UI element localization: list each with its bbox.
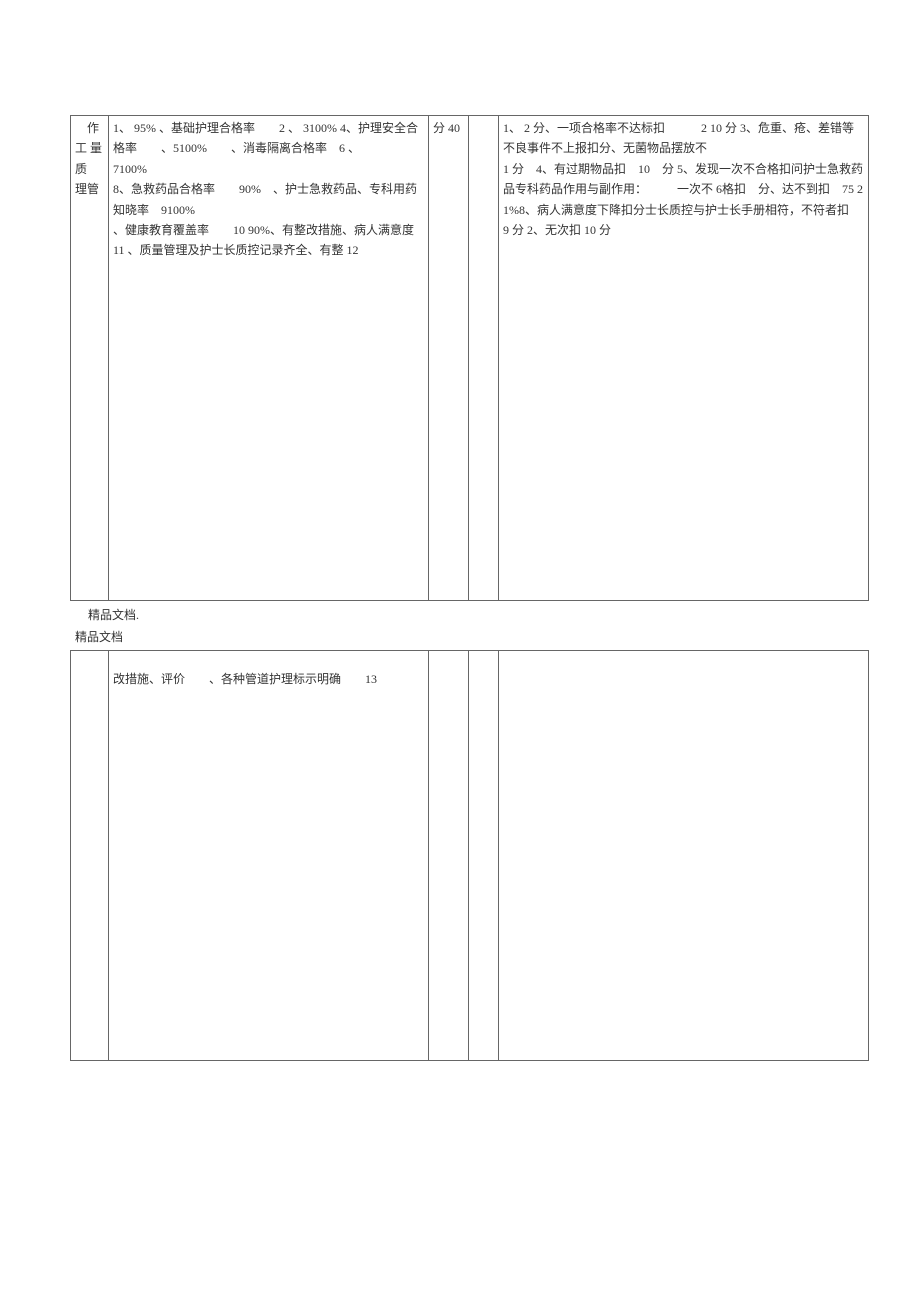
quality-table-2: 改措施、评价 、各种管道护理标示明确 13: [70, 650, 869, 1061]
row2-deduction-cell: [499, 650, 869, 1060]
row1-deduction-text: 1、 2 分、一项合格率不达标扣 2 10 分 3、危重、疮、差错等不良事件不上…: [503, 118, 864, 240]
row1-score-text: 分 40: [433, 118, 464, 138]
row2-standard-cell: 改措施、评价 、各种管道护理标示明确 13: [109, 650, 429, 1060]
row2-standard-text: 改措施、评价 、各种管道护理标示明确 13: [113, 653, 424, 689]
row2-category-cell: [71, 650, 109, 1060]
row1-standard-text: 1、 95% 、基础护理合格率 2 、 3100% 4、护理安全合格率 、510…: [113, 118, 424, 261]
row2-blank-cell: [469, 650, 499, 1060]
row1-standard-cell: 1、 95% 、基础护理合格率 2 、 3100% 4、护理安全合格率 、510…: [109, 116, 429, 601]
row1-score-cell: 分 40: [429, 116, 469, 601]
row1-category-cell: 作工 量质 理管: [71, 116, 109, 601]
page-footer-1: 精品文档.: [88, 605, 920, 625]
page-header-2: 精品文档: [75, 627, 920, 647]
row1-category-text: 作工 量质 理管: [75, 118, 104, 200]
row1-blank-cell: [469, 116, 499, 601]
quality-table-1: 作工 量质 理管 1、 95% 、基础护理合格率 2 、 3100% 4、护理安…: [70, 115, 869, 601]
row2-score-cell: [429, 650, 469, 1060]
row1-deduction-cell: 1、 2 分、一项合格率不达标扣 2 10 分 3、危重、疮、差错等不良事件不上…: [499, 116, 869, 601]
